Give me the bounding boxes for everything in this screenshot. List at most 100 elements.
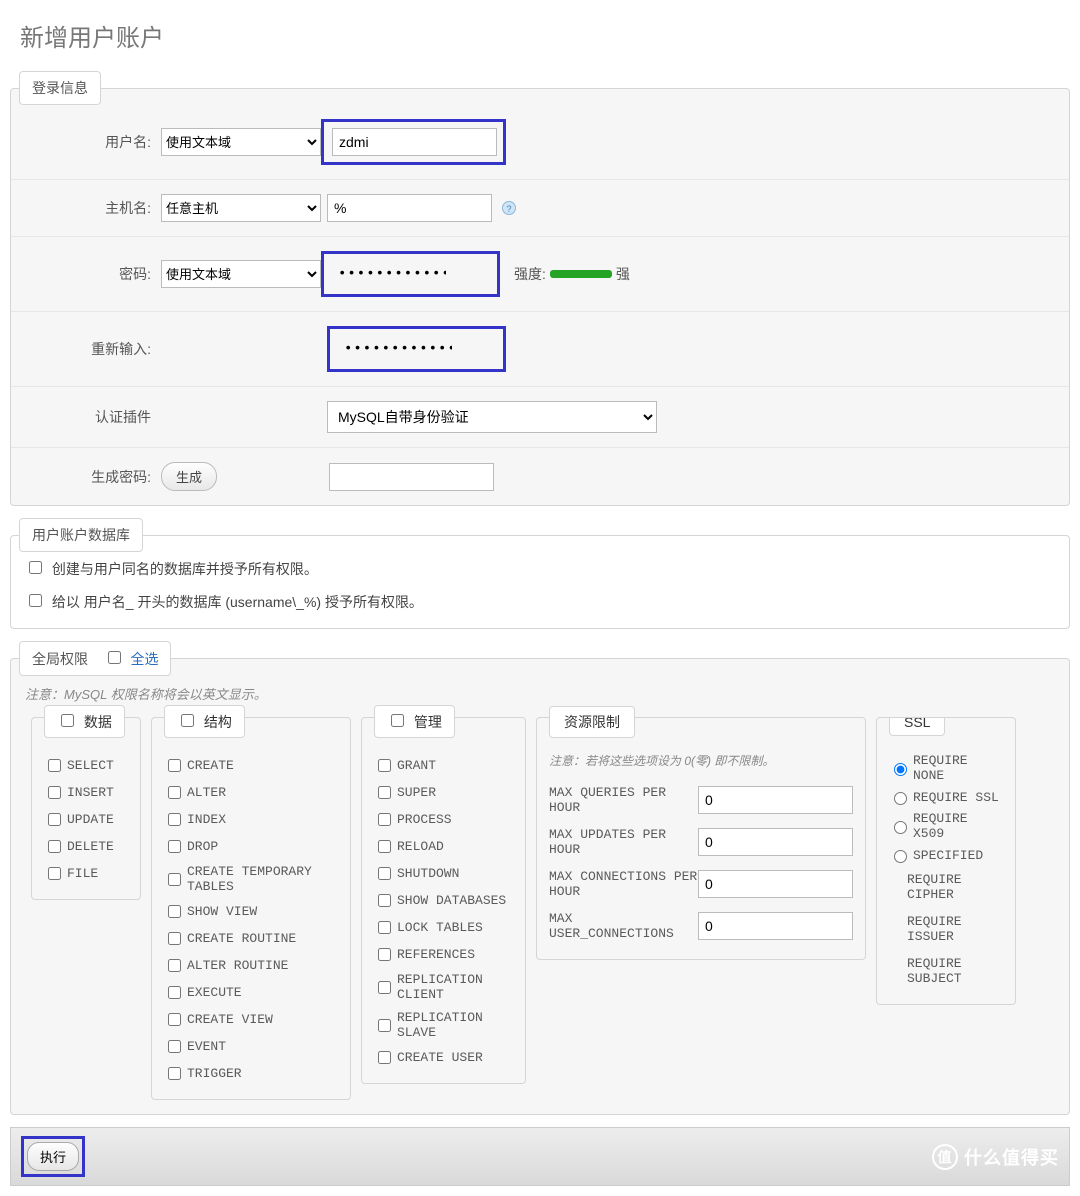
resource-label: MAX CONNECTIONS PER HOUR: [549, 869, 698, 899]
priv-label: SHUTDOWN: [397, 866, 459, 881]
data-checkbox-insert[interactable]: [48, 786, 61, 799]
structure-checkbox-alter-routine[interactable]: [168, 959, 181, 972]
priv-item-process: PROCESS: [374, 806, 513, 833]
admin-checkbox-grant[interactable]: [378, 759, 391, 772]
ssl-radio-require-x509[interactable]: [894, 821, 907, 834]
priv-item-shutdown: SHUTDOWN: [374, 860, 513, 887]
retype-input[interactable]: [338, 335, 458, 363]
db-opt2-checkbox[interactable]: [29, 594, 42, 607]
structure-checkbox-alter[interactable]: [168, 786, 181, 799]
highlight-username: [321, 119, 506, 165]
structure-checkbox-drop[interactable]: [168, 840, 181, 853]
ssl-sub-require-cipher: REQUIRE CIPHER: [889, 866, 1003, 908]
resource-head: 资源限制: [549, 706, 635, 738]
data-all-checkbox[interactable]: [61, 714, 74, 727]
admin-checkbox-lock-tables[interactable]: [378, 921, 391, 934]
password-select[interactable]: 使用文本域: [161, 260, 321, 288]
username-input[interactable]: [332, 128, 497, 156]
priv-item-trigger: TRIGGER: [164, 1060, 338, 1087]
password-input[interactable]: [332, 260, 452, 288]
ssl-title: SSL: [904, 717, 930, 730]
ssl-radio-require-ssl[interactable]: [894, 792, 907, 805]
resource-input-max-queries-per-hour[interactable]: [698, 786, 853, 814]
host-input[interactable]: [327, 194, 492, 222]
admin-all-checkbox[interactable]: [391, 714, 404, 727]
help-icon[interactable]: ?: [502, 201, 516, 215]
priv-label: CREATE TEMPORARY TABLES: [187, 864, 338, 894]
priv-label: EXECUTE: [187, 985, 242, 1000]
data-checkbox-file[interactable]: [48, 867, 61, 880]
ssl-sub-require-issuer: REQUIRE ISSUER: [889, 908, 1003, 950]
db-opt1-checkbox[interactable]: [29, 561, 42, 574]
data-checkbox-delete[interactable]: [48, 840, 61, 853]
admin-checkbox-process[interactable]: [378, 813, 391, 826]
host-select[interactable]: 任意主机: [161, 194, 321, 222]
priv-item-replication-slave: REPLICATION SLAVE: [374, 1006, 513, 1044]
priv-label: INDEX: [187, 812, 226, 827]
select-all-link[interactable]: 全选: [130, 651, 158, 667]
resource-input-max-updates-per-hour[interactable]: [698, 828, 853, 856]
priv-item-super: SUPER: [374, 779, 513, 806]
row-host: 主机名: 任意主机 ?: [11, 180, 1069, 237]
ssl-radio-specified[interactable]: [894, 850, 907, 863]
auth-select[interactable]: MySQL自带身份验证: [327, 401, 657, 433]
structure-checkbox-create-view[interactable]: [168, 1013, 181, 1026]
priv-label: REPLICATION CLIENT: [397, 972, 513, 1002]
data-checkbox-select[interactable]: [48, 759, 61, 772]
structure-checkbox-show-view[interactable]: [168, 905, 181, 918]
priv-label: SUPER: [397, 785, 436, 800]
structure-checkbox-index[interactable]: [168, 813, 181, 826]
priv-item-create-temporary-tables: CREATE TEMPORARY TABLES: [164, 860, 338, 898]
structure-checkbox-execute[interactable]: [168, 986, 181, 999]
row-retype: 重新输入:: [11, 312, 1069, 387]
priv-item-show-databases: SHOW DATABASES: [374, 887, 513, 914]
admin-checkbox-replication-client[interactable]: [378, 981, 391, 994]
highlight-exec: 执行: [21, 1136, 85, 1177]
watermark: 值 什么值得买: [932, 1144, 1059, 1170]
resource-input-max-user-connections[interactable]: [698, 912, 853, 940]
structure-checkbox-create-temporary-tables[interactable]: [168, 873, 181, 886]
admin-checkbox-reload[interactable]: [378, 840, 391, 853]
ssl-option-require-x509: REQUIRE X509: [889, 808, 1003, 844]
admin-checkbox-create-user[interactable]: [378, 1051, 391, 1064]
admin-checkbox-show-databases[interactable]: [378, 894, 391, 907]
highlight-retype: [327, 326, 506, 372]
structure-all-checkbox[interactable]: [181, 714, 194, 727]
admin-checkbox-replication-slave[interactable]: [378, 1019, 391, 1032]
admin-checkbox-references[interactable]: [378, 948, 391, 961]
resource-input-max-connections-per-hour[interactable]: [698, 870, 853, 898]
login-info-fieldset: 登录信息 用户名: 使用文本域 主机名: 任意主机 ? 密码: 使用文本域 强度…: [10, 71, 1070, 506]
structure-checkbox-create[interactable]: [168, 759, 181, 772]
priv-item-alter: ALTER: [164, 779, 338, 806]
priv-item-grant: GRANT: [374, 752, 513, 779]
priv-label: CREATE USER: [397, 1050, 483, 1065]
resource-label: MAX QUERIES PER HOUR: [549, 785, 698, 815]
priv-item-delete: DELETE: [44, 833, 128, 860]
priv-item-file: FILE: [44, 860, 128, 887]
data-checkbox-update[interactable]: [48, 813, 61, 826]
username-label: 用户名:: [21, 132, 161, 152]
priv-item-lock-tables: LOCK TABLES: [374, 914, 513, 941]
ssl-label: SPECIFIED: [913, 848, 983, 863]
ssl-head: SSL: [889, 717, 945, 736]
gen-output[interactable]: [329, 463, 494, 491]
priv-item-index: INDEX: [164, 806, 338, 833]
generate-button[interactable]: 生成: [161, 462, 217, 491]
username-select[interactable]: 使用文本域: [161, 128, 321, 156]
priv-label: TRIGGER: [187, 1066, 242, 1081]
execute-button[interactable]: 执行: [27, 1142, 79, 1171]
priv-label: SHOW VIEW: [187, 904, 257, 919]
structure-checkbox-trigger[interactable]: [168, 1067, 181, 1080]
structure-checkbox-create-routine[interactable]: [168, 932, 181, 945]
resource-row-max-queries-per-hour: MAX QUERIES PER HOUR: [549, 779, 853, 821]
structure-checkbox-event[interactable]: [168, 1040, 181, 1053]
priv-box-ssl: SSL REQUIRE NONEREQUIRE SSLREQUIRE X509S…: [876, 717, 1016, 1005]
retype-label: 重新输入:: [21, 339, 161, 359]
ssl-radio-require-none[interactable]: [894, 763, 907, 776]
admin-checkbox-super[interactable]: [378, 786, 391, 799]
db-opt1-label: 创建与用户同名的数据库并授予所有权限。: [52, 561, 318, 577]
resource-label: MAX USER_CONNECTIONS: [549, 911, 698, 941]
watermark-text: 什么值得买: [964, 1144, 1059, 1170]
admin-checkbox-shutdown[interactable]: [378, 867, 391, 880]
select-all-checkbox[interactable]: [108, 651, 121, 664]
